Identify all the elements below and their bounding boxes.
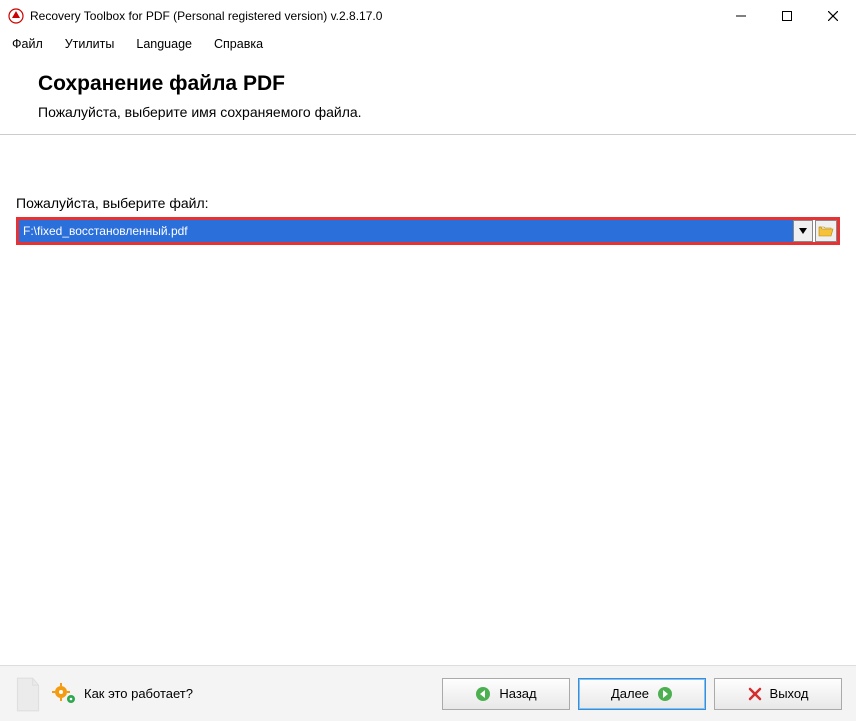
titlebar: Recovery Toolbox for PDF (Personal regis… xyxy=(0,0,856,32)
how-it-works-label: Как это работает? xyxy=(84,686,193,701)
minimize-button[interactable] xyxy=(718,0,764,32)
arrow-left-icon xyxy=(475,686,491,702)
page-subtitle: Пожалуйста, выберите имя сохраняемого фа… xyxy=(38,104,828,120)
menubar: Файл Утилиты Language Справка xyxy=(0,32,856,56)
back-button[interactable]: Назад xyxy=(442,678,570,710)
close-icon xyxy=(748,687,762,701)
gears-icon xyxy=(52,683,78,705)
arrow-right-icon xyxy=(657,686,673,702)
page-title: Сохранение файла PDF xyxy=(38,72,828,96)
menu-file[interactable]: Файл xyxy=(8,35,47,53)
document-icon xyxy=(14,677,42,711)
menu-help[interactable]: Справка xyxy=(210,35,267,53)
folder-open-icon xyxy=(818,224,834,238)
footer: Как это работает? Назад Далее Выход xyxy=(0,665,856,721)
app-icon xyxy=(8,8,24,24)
content-area: Пожалуйста, выберите файл: xyxy=(0,135,856,665)
close-button[interactable] xyxy=(810,0,856,32)
file-path-input[interactable] xyxy=(19,220,793,242)
browse-button[interactable] xyxy=(815,220,837,242)
next-button[interactable]: Далее xyxy=(578,678,706,710)
how-it-works-link[interactable]: Как это работает? xyxy=(52,683,193,705)
menu-utilities[interactable]: Утилиты xyxy=(61,35,119,53)
next-label: Далее xyxy=(611,686,649,701)
back-label: Назад xyxy=(499,686,536,701)
menu-language[interactable]: Language xyxy=(132,35,196,53)
window-title: Recovery Toolbox for PDF (Personal regis… xyxy=(30,9,718,23)
file-dropdown-button[interactable] xyxy=(793,220,813,242)
maximize-button[interactable] xyxy=(764,0,810,32)
chevron-down-icon xyxy=(799,228,807,234)
file-field-row xyxy=(16,217,840,245)
file-field-label: Пожалуйста, выберите файл: xyxy=(16,195,840,211)
header-section: Сохранение файла PDF Пожалуйста, выберит… xyxy=(0,56,856,135)
exit-button[interactable]: Выход xyxy=(714,678,842,710)
window-controls xyxy=(718,0,856,32)
exit-label: Выход xyxy=(770,686,809,701)
